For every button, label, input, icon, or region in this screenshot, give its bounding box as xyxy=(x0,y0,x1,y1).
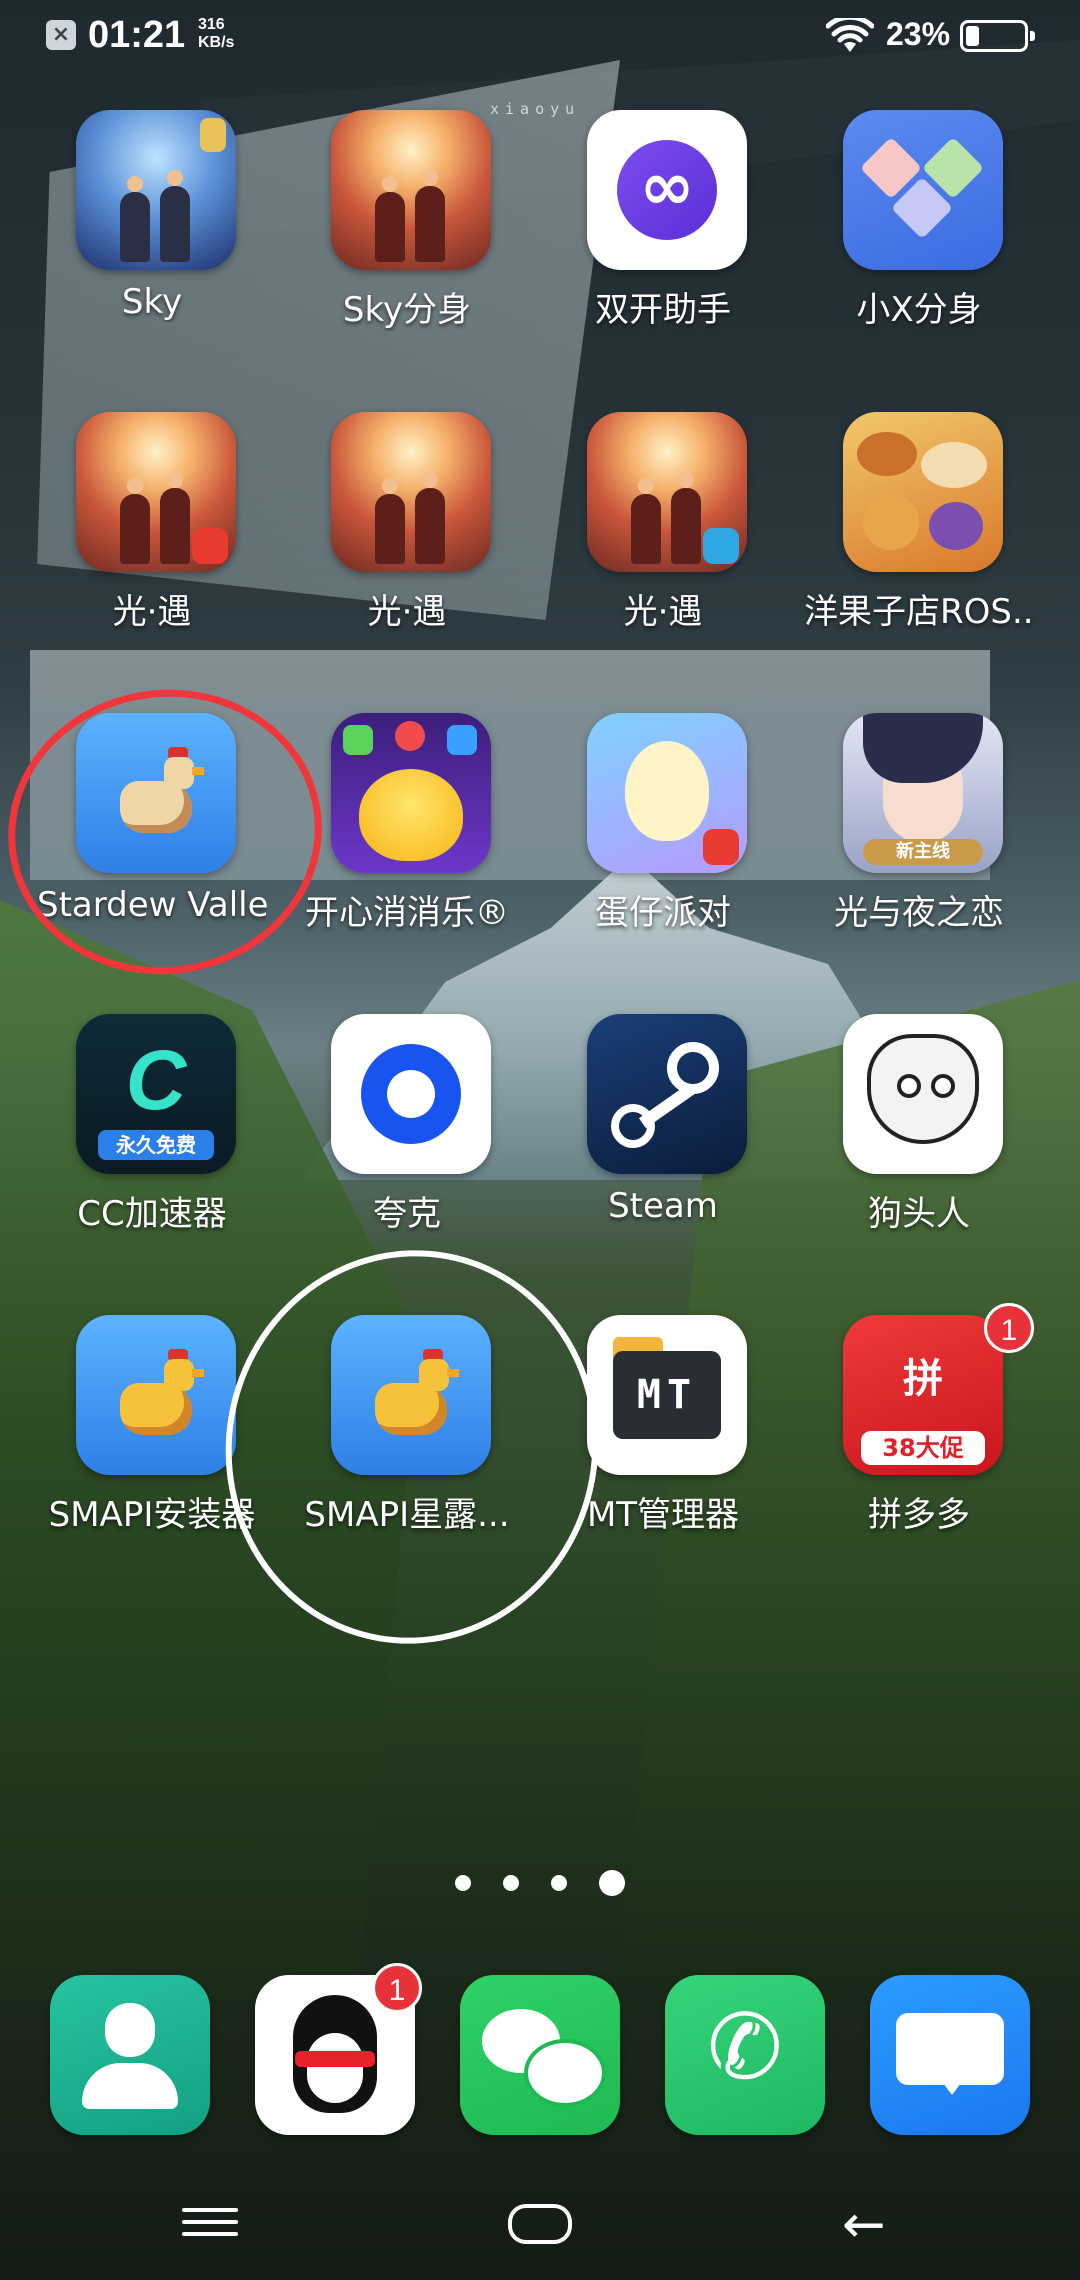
app-quark[interactable]: 夸克 xyxy=(292,1014,522,1274)
app-label: 狗头人 xyxy=(868,1194,970,1234)
icon-tag: 38大促 xyxy=(861,1431,985,1465)
dog-face-icon xyxy=(843,1014,1003,1174)
app-pastry-shop[interactable]: 洋果子店ROS... xyxy=(804,412,1034,672)
app-dog-head[interactable]: 狗头人 xyxy=(804,1014,1034,1274)
page-dot[interactable] xyxy=(503,1875,519,1891)
app-label: 拼多多 xyxy=(868,1495,970,1535)
page-dot[interactable] xyxy=(551,1875,567,1891)
app-label: Steam xyxy=(608,1186,718,1226)
app-label: 双开助手 xyxy=(595,290,731,330)
app-label: 光·遇 xyxy=(112,592,192,632)
battery-percent: 23% xyxy=(886,16,951,52)
app-label: 夸克 xyxy=(373,1194,441,1234)
navigation-bar: ← xyxy=(0,2170,1080,2280)
chicken-icon xyxy=(331,1315,491,1475)
app-smapi-stardew[interactable]: SMAPI星露... xyxy=(292,1315,522,1575)
steam-logo-icon xyxy=(587,1014,747,1174)
network-speed: 316 KB/s xyxy=(198,16,234,52)
pastry-icon xyxy=(843,412,1003,572)
app-label: Sky分身 xyxy=(342,290,472,330)
wechat-icon[interactable] xyxy=(460,1975,620,2135)
app-label: 光·遇 xyxy=(623,592,703,632)
app-sky-cn-bilibili[interactable]: 光·遇 xyxy=(548,412,778,672)
battery-icon xyxy=(960,20,1035,52)
app-label: CC加速器 xyxy=(77,1194,227,1234)
app-sky-clone[interactable]: Sky分身 xyxy=(292,110,522,370)
app-happy-match[interactable]: 开心消消乐® xyxy=(292,713,522,973)
pdd-logo-text: 拼 xyxy=(903,1356,943,1402)
app-label: SMAPI安装器 xyxy=(48,1495,256,1535)
notification-badge: 1 xyxy=(984,1303,1034,1353)
sky-app-icon xyxy=(76,412,236,572)
qq-notification-badge: 1 xyxy=(372,1963,422,2013)
app-label: 蛋仔派对 xyxy=(595,893,731,933)
sky-app-icon xyxy=(76,110,236,270)
icon-tag: 新主线 xyxy=(863,839,983,865)
yellow-bird-icon xyxy=(331,713,491,873)
cc-logo-text: C xyxy=(125,1033,187,1127)
menu-icon[interactable] xyxy=(182,2200,238,2250)
mt-logo-text: MT xyxy=(613,1351,721,1439)
app-label: Stardew Valley xyxy=(37,885,267,925)
app-sky-cn-netease[interactable]: 光·遇 xyxy=(37,412,267,672)
battery-level-fill xyxy=(966,26,979,46)
app-mt-manager[interactable]: MT MT管理器 xyxy=(548,1315,778,1575)
netease-mark-icon xyxy=(192,528,228,564)
app-steam[interactable]: Steam xyxy=(548,1014,778,1274)
app-cc-accelerator[interactable]: C 永久免费 CC加速器 xyxy=(37,1014,267,1274)
app-label: Sky xyxy=(121,282,183,322)
app-label: MT管理器 xyxy=(586,1495,740,1535)
app-x-clone[interactable]: 小X分身 xyxy=(804,110,1034,370)
messages-icon[interactable] xyxy=(870,1975,1030,2135)
quark-logo-icon xyxy=(331,1014,491,1174)
app-label: 光·遇 xyxy=(367,592,447,632)
app-stardew-valley[interactable]: Stardew Valley xyxy=(37,713,267,973)
phone-icon[interactable]: ✆ xyxy=(665,1975,825,2135)
app-label: 小X分身 xyxy=(856,290,982,330)
back-arrow-icon[interactable]: ← xyxy=(842,2199,898,2251)
app-pinduoduo[interactable]: 1 拼 38大促 拼多多 xyxy=(804,1303,1034,1575)
egg-character-icon xyxy=(587,713,747,873)
home-screen: xiaoyu × 01:21 316 KB/s 23% Sky Sky分身 双开… xyxy=(0,0,1080,2280)
character-portrait-icon: 新主线 xyxy=(843,713,1003,873)
dock: 1 ✆ xyxy=(0,1963,1080,2145)
notification-x-icon: × xyxy=(46,20,76,50)
sky-app-icon xyxy=(587,412,747,572)
badge-medal-icon xyxy=(200,118,226,152)
app-eggy-party[interactable]: 蛋仔派对 xyxy=(548,713,778,973)
chicken-icon xyxy=(76,1315,236,1475)
bilibili-mark-icon xyxy=(703,528,739,564)
page-indicator[interactable] xyxy=(0,1870,1080,1900)
network-speed-value: 316 xyxy=(198,16,225,33)
cc-logo-icon: C 永久免费 xyxy=(76,1014,236,1174)
contacts-icon[interactable] xyxy=(50,1975,210,2135)
app-sky[interactable]: Sky xyxy=(37,110,267,370)
sky-app-icon xyxy=(331,412,491,572)
app-label: 洋果子店ROS... xyxy=(804,592,1034,632)
app-label: SMAPI星露... xyxy=(304,1495,510,1535)
app-smapi-installer[interactable]: SMAPI安装器 xyxy=(37,1315,267,1575)
app-sky-cn[interactable]: 光·遇 xyxy=(292,412,522,672)
infinity-icon xyxy=(587,110,747,270)
icon-tag: 永久免费 xyxy=(98,1130,214,1160)
page-dot[interactable] xyxy=(455,1875,471,1891)
app-label: 开心消消乐® xyxy=(305,893,509,933)
app-light-and-night[interactable]: 新主线 光与夜之恋 xyxy=(804,713,1034,973)
clock: 01:21 xyxy=(88,14,186,56)
page-dot-active[interactable] xyxy=(599,1870,625,1896)
pinduoduo-heart-icon: 拼 38大促 xyxy=(843,1315,1003,1475)
network-speed-unit: KB/s xyxy=(198,34,235,51)
diamond-tiles-icon xyxy=(843,110,1003,270)
status-bar: × 01:21 316 KB/s 23% xyxy=(0,0,1080,70)
sky-app-icon xyxy=(331,110,491,270)
chicken-icon xyxy=(76,713,236,873)
app-dual-helper[interactable]: 双开助手 xyxy=(548,110,778,370)
wifi-icon xyxy=(826,18,874,52)
app-label: 光与夜之恋 xyxy=(834,893,1004,933)
home-icon[interactable] xyxy=(508,2204,572,2244)
netease-mark-icon xyxy=(703,829,739,865)
folder-icon: MT xyxy=(587,1315,747,1475)
